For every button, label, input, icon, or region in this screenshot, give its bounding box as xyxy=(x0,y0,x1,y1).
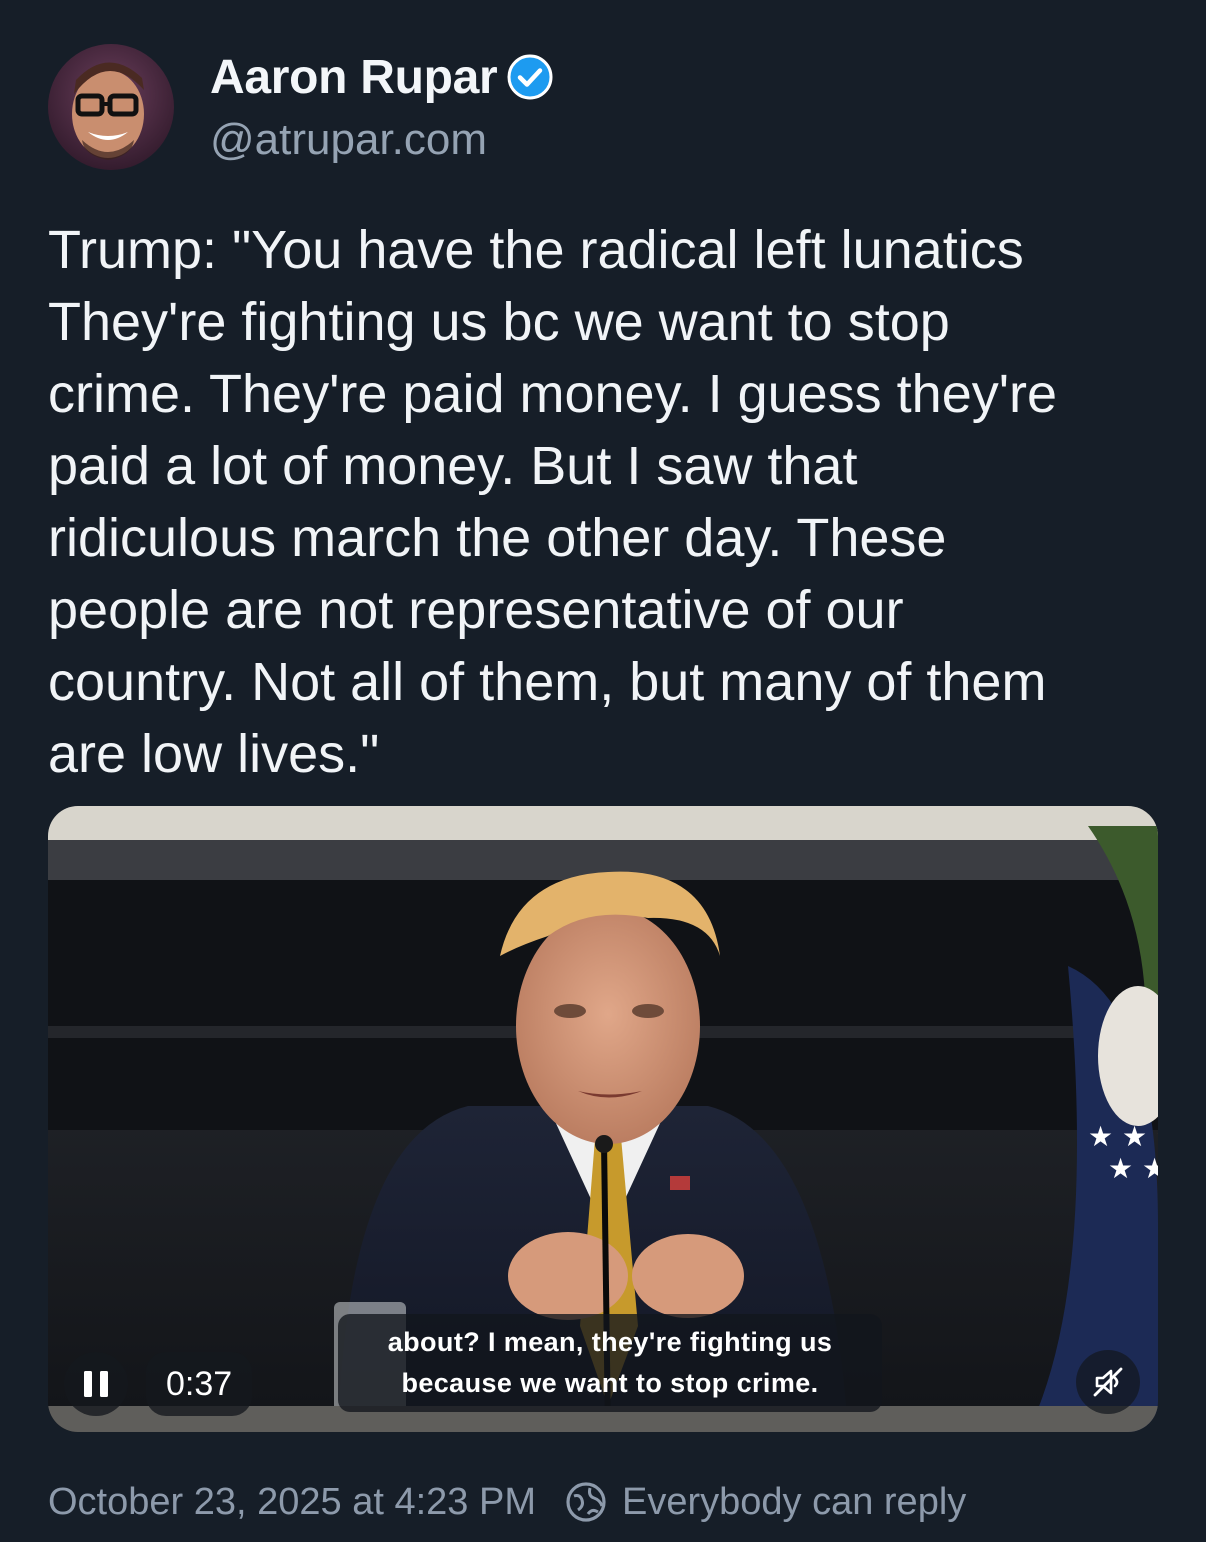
video-player[interactable]: ★ ★ ★ ★ ★ 0:37 about? I mean, they're fi… xyxy=(48,806,1158,1432)
author-names: Aaron Rupar @atrupar.com xyxy=(210,50,553,165)
name-row: Aaron Rupar xyxy=(210,50,553,105)
pause-icon xyxy=(84,1371,108,1397)
post-text: Trump: "You have the radical left lunati… xyxy=(48,220,1058,784)
globe-icon xyxy=(564,1480,608,1524)
avatar-image xyxy=(48,44,174,170)
caption-line-1: about? I mean, they're fighting us xyxy=(387,1327,833,1357)
svg-text:★ ★: ★ ★ xyxy=(1108,1152,1158,1185)
post-header: Aaron Rupar @atrupar.com xyxy=(48,44,553,170)
verified-check-icon xyxy=(507,54,553,100)
video-elapsed-time: 0:37 xyxy=(146,1352,253,1416)
avatar[interactable] xyxy=(48,44,174,170)
post-timestamp[interactable]: October 23, 2025 at 4:23 PM xyxy=(48,1481,536,1524)
caption-line-2: because we want to stop crime. xyxy=(401,1368,819,1398)
svg-text:★ ★ ★: ★ ★ ★ xyxy=(1088,1120,1158,1153)
reply-setting[interactable]: Everybody can reply xyxy=(622,1481,966,1524)
pause-button[interactable] xyxy=(64,1352,128,1416)
speaker-muted-icon xyxy=(1093,1367,1123,1397)
author-handle[interactable]: @atrupar.com xyxy=(210,115,553,165)
post-footer: October 23, 2025 at 4:23 PM Everybody ca… xyxy=(48,1480,966,1524)
mute-button[interactable] xyxy=(1076,1350,1140,1414)
video-caption: about? I mean, they're fighting us becau… xyxy=(338,1314,882,1412)
display-name[interactable]: Aaron Rupar xyxy=(210,50,498,105)
